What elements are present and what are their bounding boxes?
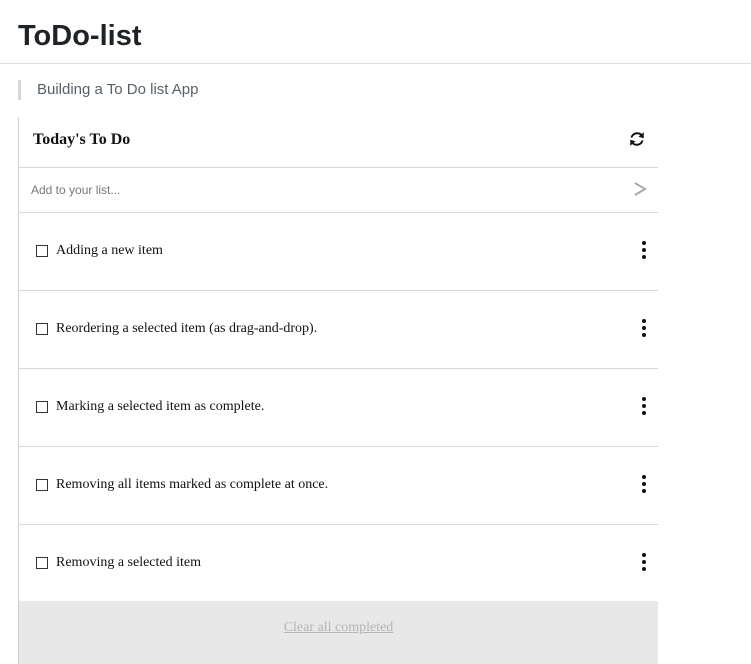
item-checkbox[interactable]: [36, 557, 48, 569]
add-item-row: [19, 168, 658, 213]
todo-item[interactable]: Removing a selected item: [19, 525, 658, 603]
chevron-right-icon[interactable]: [632, 180, 648, 198]
item-checkbox[interactable]: [36, 323, 48, 335]
todo-item[interactable]: Removing all items marked as complete at…: [19, 447, 658, 525]
clear-completed-link[interactable]: Clear all completed: [19, 620, 658, 636]
item-label: Reordering a selected item (as drag-and-…: [56, 321, 318, 336]
item-checkbox[interactable]: [36, 245, 48, 257]
kebab-menu-icon[interactable]: [640, 553, 648, 571]
card-footer: Clear all completed: [19, 601, 658, 664]
todo-card: Today's To Do Adding a new item Reorderi…: [18, 117, 658, 664]
add-item-input[interactable]: [31, 178, 611, 202]
item-label: Adding a new item: [56, 243, 163, 258]
page-subtitle: Building a To Do list App: [18, 80, 199, 100]
item-label: Marking a selected item as complete.: [56, 399, 265, 414]
card-header: Today's To Do: [19, 117, 658, 168]
todo-item[interactable]: Adding a new item: [19, 213, 658, 291]
kebab-menu-icon[interactable]: [640, 397, 648, 415]
title-divider: [0, 63, 751, 64]
page-title: ToDo-list: [18, 20, 142, 52]
item-label: Removing all items marked as complete at…: [56, 477, 329, 492]
todo-item[interactable]: Reordering a selected item (as drag-and-…: [19, 291, 658, 369]
item-checkbox[interactable]: [36, 401, 48, 413]
kebab-menu-icon[interactable]: [640, 241, 648, 259]
todo-list: Adding a new item Reordering a selected …: [19, 213, 658, 603]
refresh-icon[interactable]: [628, 130, 646, 148]
card-title: Today's To Do: [33, 131, 131, 148]
kebab-menu-icon[interactable]: [640, 475, 648, 493]
item-label: Removing a selected item: [56, 555, 202, 570]
kebab-menu-icon[interactable]: [640, 319, 648, 337]
item-checkbox[interactable]: [36, 479, 48, 491]
todo-item[interactable]: Marking a selected item as complete.: [19, 369, 658, 447]
